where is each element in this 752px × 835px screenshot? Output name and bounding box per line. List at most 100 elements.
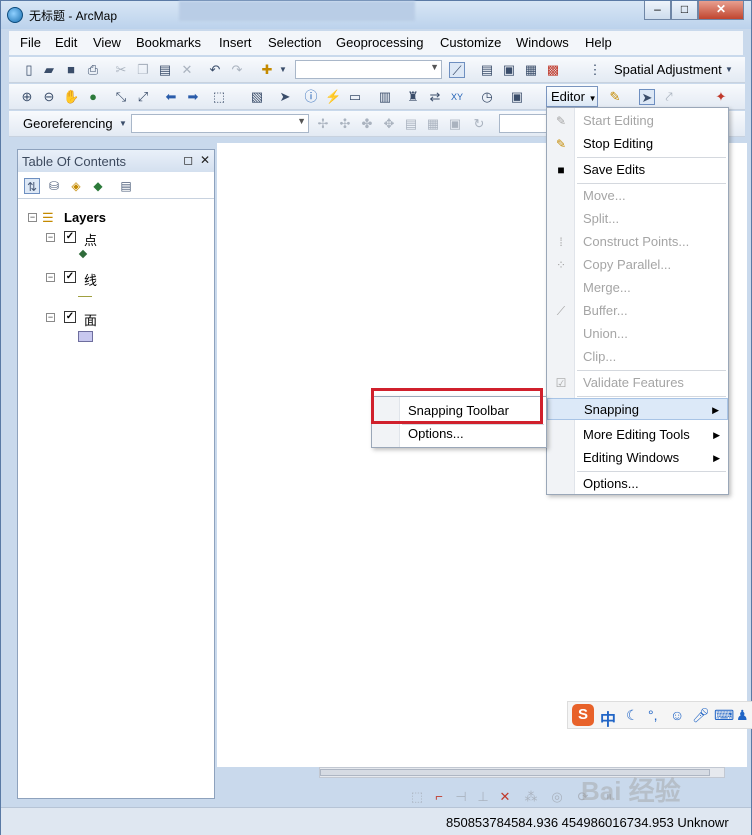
collapse-icon[interactable]: − [28,213,37,222]
paste-icon[interactable]: ▤ [157,62,173,78]
user-icon[interactable]: ♟ [736,707,749,724]
edit-arrow-icon[interactable]: ➤ [639,89,655,105]
menu-view[interactable]: View [93,35,121,50]
menu-options[interactable]: Options... [547,473,728,495]
rotation-angle-field[interactable] [499,114,547,133]
menu-file[interactable]: File [20,35,41,50]
copy-icon[interactable]: ❐ [135,62,151,78]
edit-tool-icon[interactable]: ✎ [607,89,623,105]
pan-icon[interactable]: ✋ [63,89,79,105]
snap-end-icon[interactable]: ⊥ [475,789,491,805]
layer-row-point[interactable]: − ✓ 点 [44,230,204,248]
rotate-icon[interactable]: ✢ [315,116,331,132]
microphone-icon[interactable]: 🎤︎ [692,707,710,724]
toc-autohide-icon[interactable]: ◻ [183,153,193,167]
viewer-icon[interactable]: ▦ [425,116,441,132]
measure-icon[interactable]: ▥ [377,89,393,105]
viewer-window-icon[interactable]: ▣ [509,89,525,105]
clear-selection-icon[interactable]: ▧ [249,89,265,105]
zoom-out-icon[interactable]: ⊖ [41,89,57,105]
undo-icon[interactable]: ↶ [207,62,223,78]
edit-vertices-icon[interactable]: ⤤ [661,89,677,105]
spatial-adjustment-menu[interactable]: Spatial Adjustment [614,62,722,77]
delete-icon[interactable]: ✕ [179,62,195,78]
cut-icon[interactable]: ✂ [113,62,129,78]
spatial-adjustment-dropdown-icon[interactable]: ▼ [721,62,737,78]
close-button[interactable]: ✕ [698,1,744,20]
georeferencing-dropdown-icon[interactable]: ▼ [115,116,131,132]
menu-editing-windows[interactable]: Editing Windows ▶ [547,447,728,469]
list-by-drawing-order-icon[interactable]: ⇅ [24,178,40,194]
save-icon[interactable]: ■ [63,62,79,78]
fixed-zoom-out-icon[interactable]: ⤢ [135,89,151,105]
fixed-zoom-in-icon[interactable]: ⤡ [113,89,129,105]
catalog-window-icon[interactable]: ▣ [501,62,517,78]
select-elements-icon[interactable]: ➤ [277,89,293,105]
open-folder-icon[interactable]: ▰ [41,62,57,78]
menu-snapping[interactable]: Snapping ▶ [547,398,728,420]
list-by-selection-icon[interactable]: ◆ [90,178,106,194]
snap-intersection-icon[interactable]: ✕ [497,789,513,805]
menu-geoprocessing[interactable]: Geoprocessing [336,35,423,50]
collapse-icon[interactable]: − [46,313,55,322]
tree-root-layers[interactable]: − ☰ Layers [26,210,206,226]
list-by-visibility-icon[interactable]: ◈ [68,178,84,194]
menu-edit[interactable]: Edit [55,35,77,50]
minimize-button[interactable]: – [644,1,671,20]
layer-visibility-checkbox[interactable]: ✓ [64,231,76,243]
go-to-xy-icon[interactable]: XY [449,89,465,105]
hyperlink-icon[interactable]: ⚡ [325,89,341,105]
find-icon[interactable]: ♜ [405,89,421,105]
maximize-button[interactable]: □ [671,1,698,20]
cut-polygons-icon[interactable]: ✦ [713,89,729,105]
add-data-icon[interactable]: ✚ [259,62,275,78]
menu-more-editing-tools[interactable]: More Editing Tools ▶ [547,424,728,446]
raster-layer-combobox[interactable]: ▼ [131,114,309,133]
editor-menu-button[interactable]: Editor ▼ [546,86,598,107]
line-symbol[interactable] [78,296,92,297]
magnifier-icon[interactable]: ▣ [447,116,463,132]
zoom-in-icon[interactable]: ⊕ [19,89,35,105]
toc-window-icon[interactable]: ▤ [479,62,495,78]
search-window-icon[interactable]: ▦ [523,62,539,78]
menu-copy-parallel[interactable]: ⁘ Copy Parallel... [547,254,728,276]
arctoolbox-icon[interactable]: ▩ [545,62,561,78]
menu-move[interactable]: Move... [547,185,728,207]
menu-help[interactable]: Help [585,35,612,50]
menu-validate-features[interactable]: ☑ Validate Features [547,372,728,394]
menu-selection[interactable]: Selection [268,35,321,50]
snap-tangent-icon[interactable]: ◎ [549,789,565,805]
menu-union[interactable]: Union... [547,323,728,345]
menu-snapping-options[interactable]: Options... [372,423,546,445]
back-extent-icon[interactable]: ⬅ [163,89,179,105]
layer-visibility-checkbox[interactable]: ✓ [64,311,76,323]
toc-close-icon[interactable]: ✕ [200,153,210,167]
redo-icon[interactable]: ↷ [229,62,245,78]
collapse-icon[interactable]: − [46,233,55,242]
menu-windows[interactable]: Windows [516,35,569,50]
moon-icon[interactable]: ☾ [626,707,639,724]
editor-toolbar-icon[interactable]: ⟋ [449,62,465,78]
scale-combobox[interactable]: ▼ [295,60,442,79]
menu-start-editing[interactable]: ✎ Start Editing [547,110,728,132]
layer-visibility-checkbox[interactable]: ✓ [64,271,76,283]
emoji-icon[interactable]: ☺ [670,707,684,723]
point-symbol[interactable] [78,249,88,259]
identify-icon[interactable]: ⓘ [303,89,319,105]
chevron-down-icon[interactable]: ▼ [275,62,291,78]
forward-extent-icon[interactable]: ➡ [185,89,201,105]
snap-vertex-icon[interactable]: ⌐ [431,789,447,805]
menu-save-edits[interactable]: ■ Save Edits [547,159,728,181]
time-slider-icon[interactable]: ◷ [479,89,495,105]
snap-edge-icon[interactable]: ⊣ [453,789,469,805]
auto-registration-icon[interactable]: ✥ [381,116,397,132]
polygon-symbol[interactable] [78,331,93,342]
menu-stop-editing[interactable]: ✎ Stop Editing [547,133,728,155]
toc-options-icon[interactable]: ▤ [118,178,134,194]
new-document-icon[interactable]: ▯ [21,62,37,78]
collapse-icon[interactable]: − [46,273,55,282]
menu-bookmarks[interactable]: Bookmarks [136,35,201,50]
layer-row-line[interactable]: − ✓ 线 [44,270,204,288]
sogou-logo-icon[interactable]: S [572,704,594,726]
menu-insert[interactable]: Insert [219,35,252,50]
